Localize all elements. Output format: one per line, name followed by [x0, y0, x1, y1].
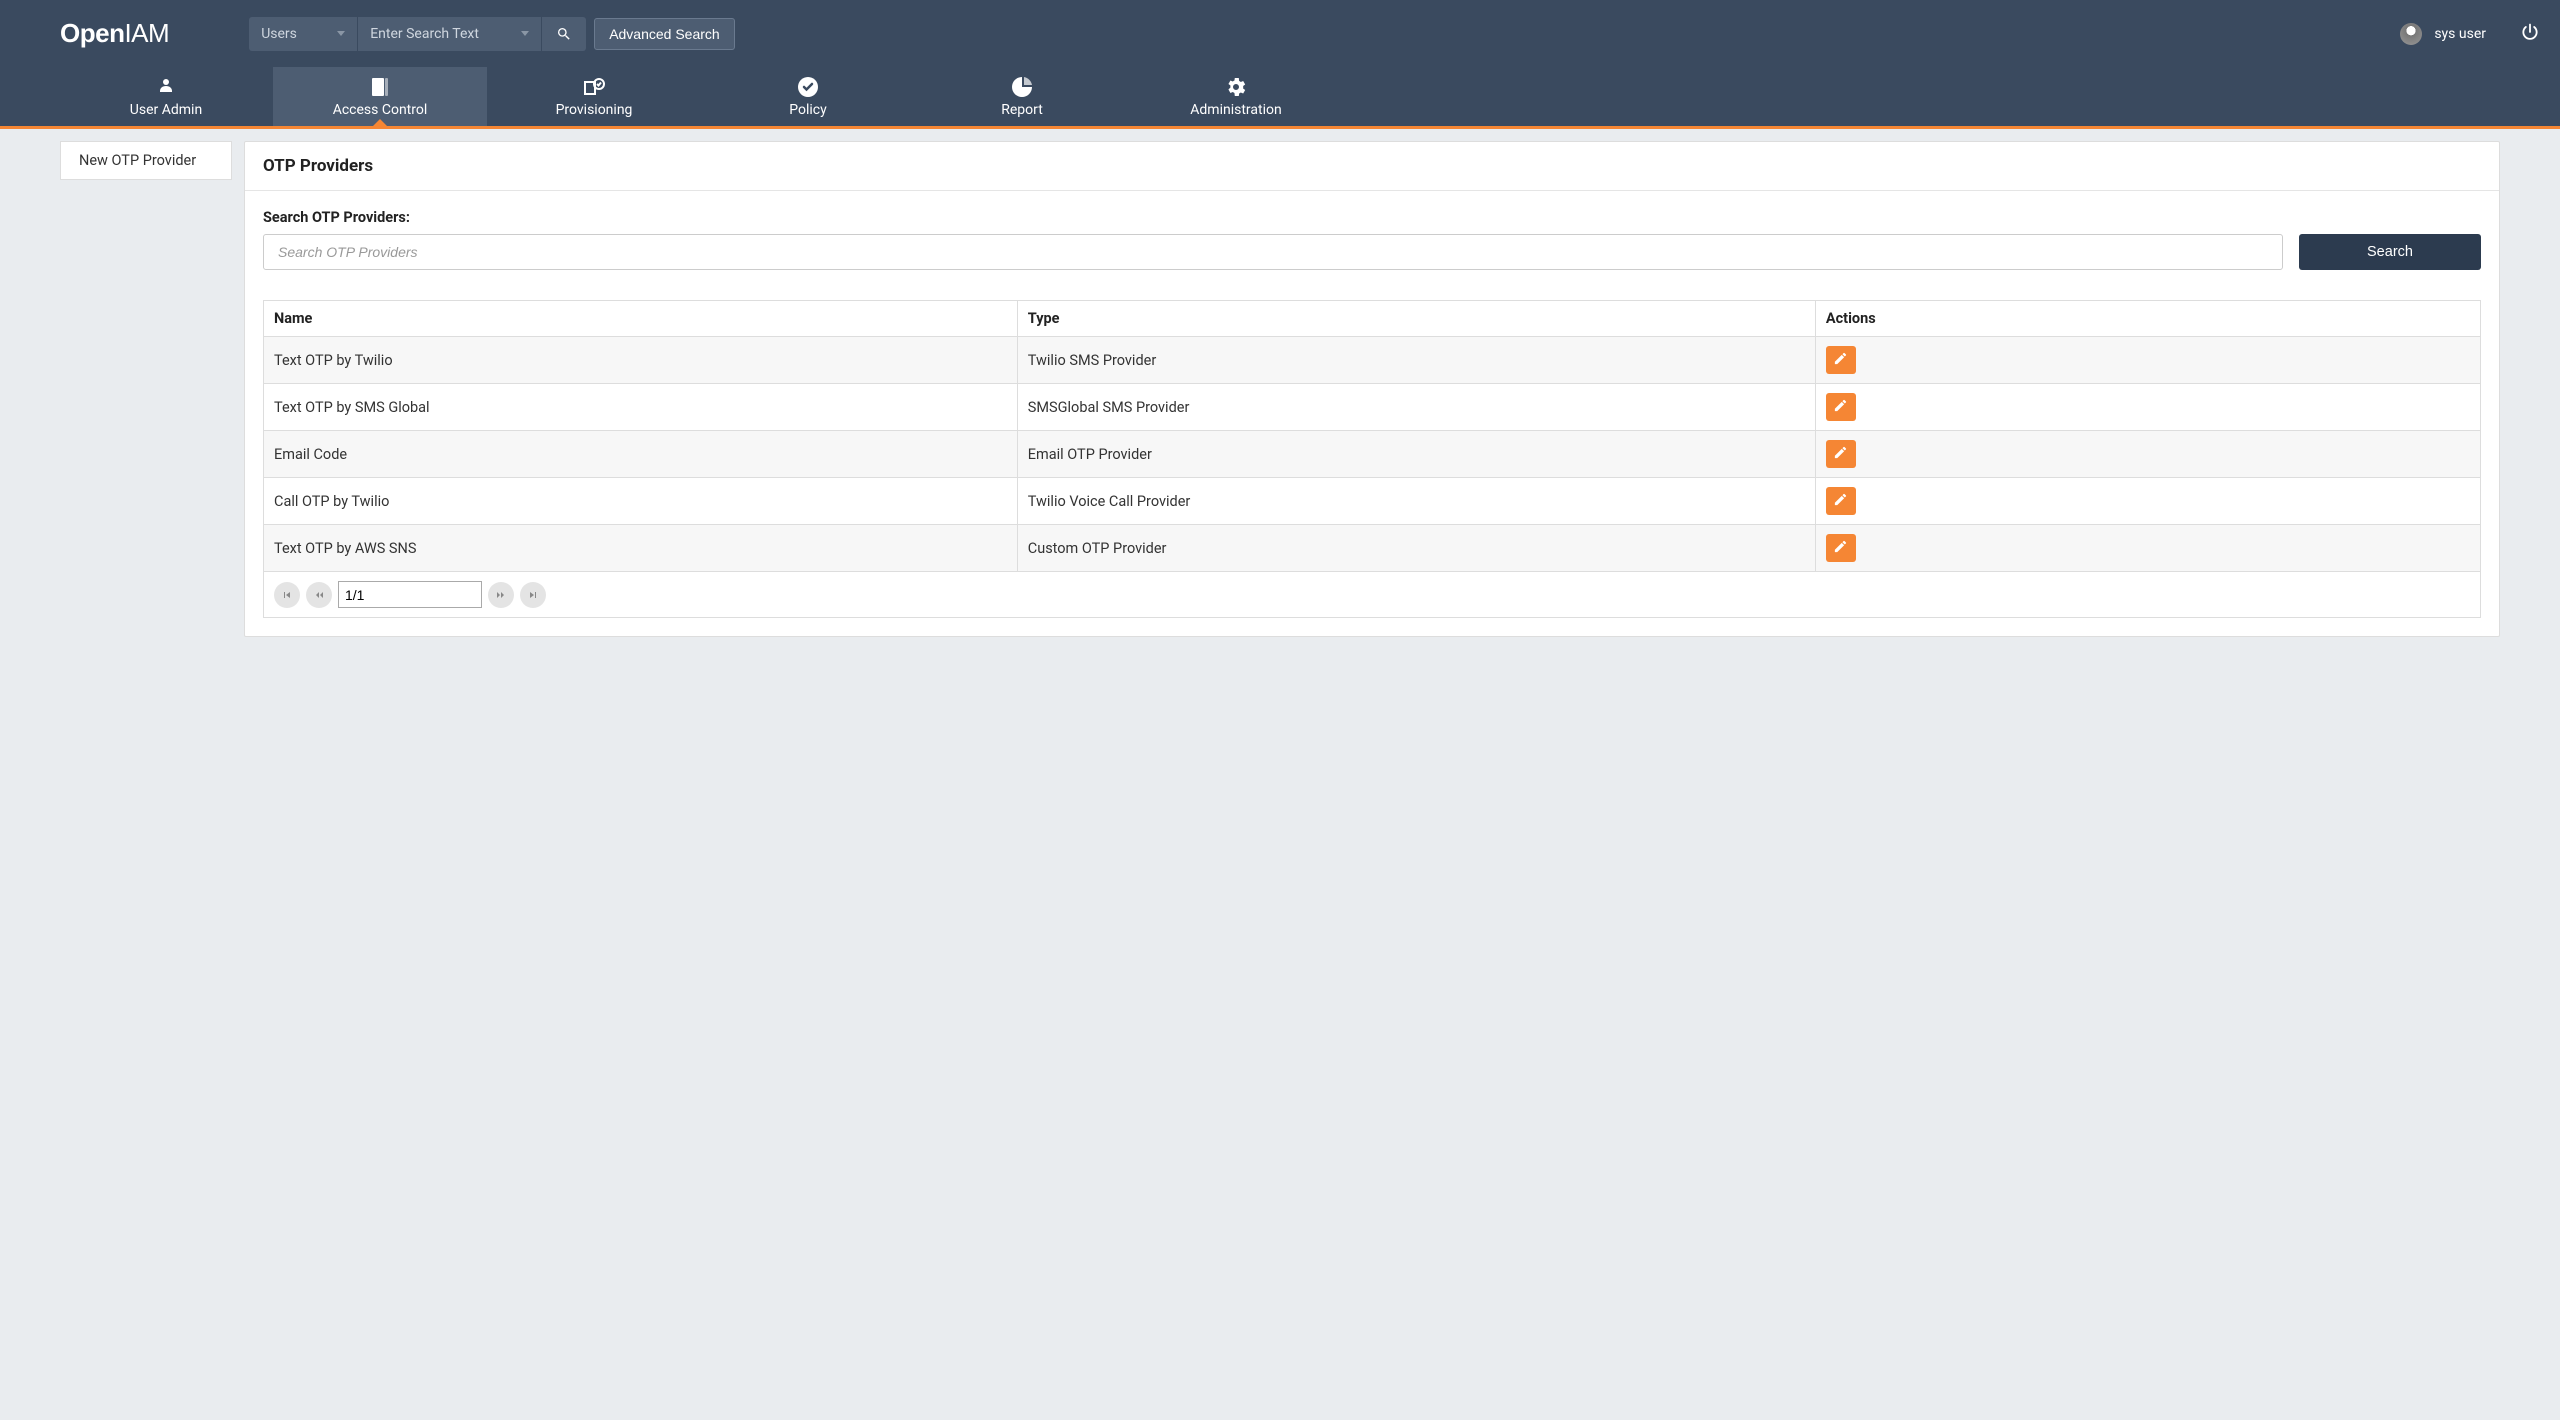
edit-button[interactable] [1826, 440, 1856, 468]
provisioning-icon [582, 75, 606, 99]
cell-actions [1815, 478, 2480, 525]
page-title: OTP Providers [263, 156, 2481, 176]
policy-icon [796, 75, 820, 99]
chevron-down-icon [521, 31, 529, 36]
nav-access-control[interactable]: Access Control [273, 67, 487, 126]
top-bar: OpenIAM Users Enter Search Text Advanced… [0, 0, 2560, 67]
cell-actions [1815, 384, 2480, 431]
nav-label: Access Control [333, 102, 428, 118]
brand-iam: IAM [124, 18, 169, 48]
search-label: Search OTP Providers: [263, 209, 2481, 226]
cell-type: Custom OTP Provider [1017, 525, 1815, 572]
pager-next-button[interactable] [488, 582, 514, 608]
prev-page-icon [313, 589, 325, 601]
cell-type: Email OTP Provider [1017, 431, 1815, 478]
pager [274, 581, 546, 608]
cell-name: Email Code [264, 431, 1018, 478]
table-row: Email CodeEmail OTP Provider [264, 431, 2481, 478]
pager-input[interactable] [338, 581, 482, 608]
user-area: sys user [2400, 22, 2540, 46]
main-body: Search OTP Providers: Search Name Type A… [245, 191, 2499, 636]
cell-actions [1815, 525, 2480, 572]
table-header-row: Name Type Actions [264, 301, 2481, 337]
avatar-icon [2400, 23, 2422, 45]
administration-icon [1224, 75, 1248, 99]
nav-label: User Admin [130, 102, 202, 118]
pager-row [264, 572, 2481, 618]
search-type-dropdown[interactable]: Users [249, 17, 357, 51]
main-panel: OTP Providers Search OTP Providers: Sear… [244, 141, 2500, 637]
table-row: Text OTP by TwilioTwilio SMS Provider [264, 337, 2481, 384]
nav-user-admin[interactable]: User Admin [59, 67, 273, 126]
main-header: OTP Providers [245, 142, 2499, 191]
brand-logo: OpenIAM [60, 18, 169, 49]
edit-button[interactable] [1826, 487, 1856, 515]
chevron-down-icon [337, 31, 345, 36]
report-icon [1010, 75, 1034, 99]
edit-button[interactable] [1826, 534, 1856, 562]
content-area: New OTP Provider OTP Providers Search OT… [0, 129, 2560, 657]
table-row: Text OTP by AWS SNSCustom OTP Provider [264, 525, 2481, 572]
next-page-icon [495, 589, 507, 601]
logout-button[interactable] [2520, 22, 2540, 46]
first-page-icon [281, 589, 293, 601]
otp-providers-table: Name Type Actions Text OTP by TwilioTwil… [263, 300, 2481, 618]
otp-provider-search-button[interactable]: Search [2299, 234, 2481, 270]
main-nav: User Admin Access Control Provisioning P… [0, 67, 2560, 129]
edit-button[interactable] [1826, 393, 1856, 421]
col-header-actions: Actions [1815, 301, 2480, 337]
nav-administration[interactable]: Administration [1129, 67, 1343, 126]
nav-report[interactable]: Report [915, 67, 1129, 126]
pencil-icon [1833, 398, 1848, 416]
cell-name: Call OTP by Twilio [264, 478, 1018, 525]
global-search: Users Enter Search Text Advanced Search [249, 17, 735, 51]
cell-name: Text OTP by Twilio [264, 337, 1018, 384]
search-text-dropdown[interactable]: Enter Search Text [358, 17, 541, 51]
user-name[interactable]: sys user [2434, 26, 2486, 42]
cell-type: Twilio SMS Provider [1017, 337, 1815, 384]
nav-label: Provisioning [556, 102, 633, 118]
col-header-type: Type [1017, 301, 1815, 337]
cell-name: Text OTP by SMS Global [264, 384, 1018, 431]
col-header-name: Name [264, 301, 1018, 337]
table-row: Text OTP by SMS GlobalSMSGlobal SMS Prov… [264, 384, 2481, 431]
access-control-icon [368, 75, 392, 99]
cell-type: Twilio Voice Call Provider [1017, 478, 1815, 525]
pencil-icon [1833, 492, 1848, 510]
search-row: Search [263, 234, 2481, 270]
pager-last-button[interactable] [520, 582, 546, 608]
pencil-icon [1833, 445, 1848, 463]
last-page-icon [527, 589, 539, 601]
cell-actions [1815, 337, 2480, 384]
search-button[interactable] [542, 17, 586, 51]
pager-prev-button[interactable] [306, 582, 332, 608]
cell-type: SMSGlobal SMS Provider [1017, 384, 1815, 431]
edit-button[interactable] [1826, 346, 1856, 374]
nav-label: Report [1001, 102, 1043, 118]
advanced-search-button[interactable]: Advanced Search [594, 18, 735, 50]
nav-label: Administration [1190, 102, 1281, 118]
cell-actions [1815, 431, 2480, 478]
brand-open: Open [60, 18, 124, 48]
sidebar: New OTP Provider [0, 129, 232, 657]
nav-policy[interactable]: Policy [701, 67, 915, 126]
pencil-icon [1833, 539, 1848, 557]
cell-name: Text OTP by AWS SNS [264, 525, 1018, 572]
nav-label: Policy [789, 102, 827, 118]
search-type-label: Users [261, 26, 297, 42]
pager-first-button[interactable] [274, 582, 300, 608]
otp-provider-search-input[interactable] [263, 234, 2283, 270]
search-text-placeholder: Enter Search Text [370, 26, 479, 42]
table-row: Call OTP by TwilioTwilio Voice Call Prov… [264, 478, 2481, 525]
sidebar-item-label: New OTP Provider [79, 152, 196, 169]
search-icon [556, 26, 572, 42]
nav-provisioning[interactable]: Provisioning [487, 67, 701, 126]
user-admin-icon [154, 75, 178, 99]
pencil-icon [1833, 351, 1848, 369]
sidebar-item-new-otp-provider[interactable]: New OTP Provider [60, 141, 232, 180]
power-icon [2520, 22, 2540, 42]
